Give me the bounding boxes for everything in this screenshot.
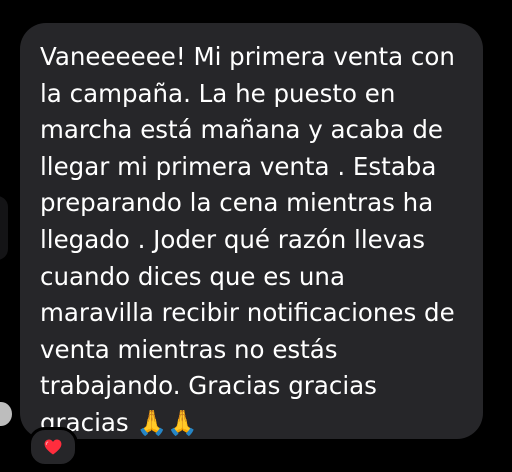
previous-message-bubble-edge — [0, 196, 8, 260]
red-heart-icon — [44, 439, 62, 455]
sender-avatar[interactable] — [0, 402, 12, 426]
chat-screen: Vaneeeeee! Mi primera venta con la campa… — [0, 0, 512, 472]
message-bubble[interactable]: Vaneeeeee! Mi primera venta con la campa… — [20, 23, 483, 439]
heart-reaction-badge[interactable] — [28, 427, 78, 467]
message-text: Vaneeeeee! Mi primera venta con la campa… — [40, 42, 455, 437]
